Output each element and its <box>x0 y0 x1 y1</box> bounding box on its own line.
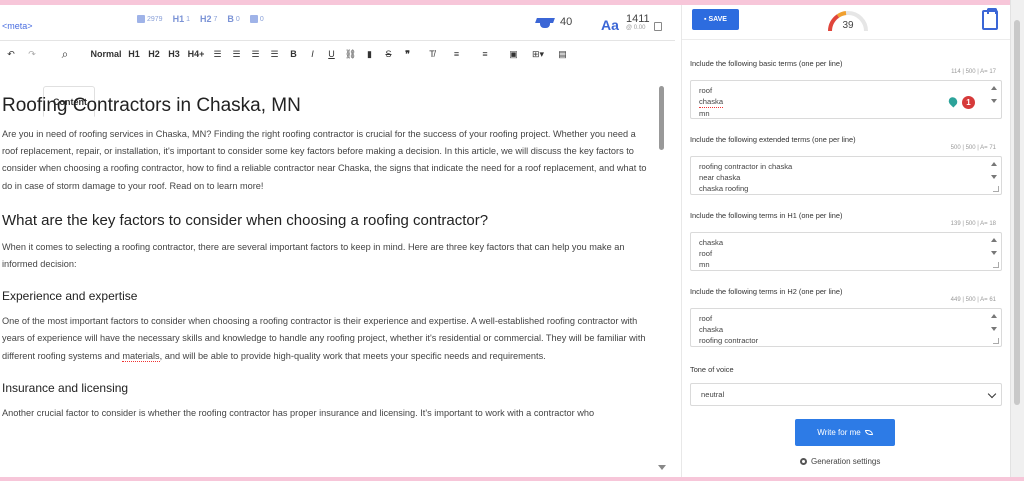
bold-icon[interactable]: B <box>284 43 303 65</box>
h2-button[interactable]: H2 <box>144 43 164 65</box>
paragraph-insurance: Another crucial factor to consider is wh… <box>2 407 595 418</box>
save-button[interactable]: ▪ SAVE <box>692 9 739 30</box>
bookmark-icon[interactable]: ▮ <box>360 43 379 65</box>
bullet-list-icon[interactable]: ≡ <box>466 43 504 65</box>
h1-terms-textarea[interactable]: chaska roof mn <box>690 232 1002 271</box>
content-stats: 2979 H1 1 H2 7 B0 0 <box>137 14 264 24</box>
window-frame-bottom <box>0 477 1024 481</box>
page-scrollbar[interactable] <box>1010 0 1024 481</box>
underline-icon[interactable]: U <box>322 43 341 65</box>
graduation-cap-icon <box>536 15 554 29</box>
paragraph-key-factors: When it comes to selecting a roofing con… <box>2 241 625 270</box>
image-stat: 0 <box>249 14 264 24</box>
paragraph-experience: One of the most important factors to con… <box>2 316 646 362</box>
copy-icon[interactable] <box>654 22 662 31</box>
h3-button[interactable]: H3 <box>164 43 184 65</box>
search-icon[interactable]: ⌕ <box>42 43 88 65</box>
tone-select[interactable]: neutral <box>690 383 1002 406</box>
extended-terms-field: Include the following extended terms (on… <box>690 135 1002 195</box>
gear-icon <box>800 458 807 465</box>
quote-icon[interactable]: ❞ <box>398 43 417 65</box>
h1-stat: H1 1 <box>172 14 190 24</box>
scroll-down-icon[interactable] <box>658 465 666 470</box>
editor-pane: <meta> Content 2979 H1 1 H2 7 B0 0 40 Aa 1… <box>0 5 675 477</box>
h2-terms-field: Include the following terms in H2 (one p… <box>690 287 1002 347</box>
page-scroll-thumb[interactable] <box>1014 20 1020 405</box>
font-size-icon[interactable]: Aa <box>601 17 619 33</box>
italic-icon[interactable]: I <box>303 43 322 65</box>
editor-scrollbar[interactable] <box>657 80 667 470</box>
h1-button[interactable]: H1 <box>124 43 144 65</box>
insert-image-icon[interactable]: ▣ <box>504 43 523 65</box>
format-toolbar: ↶ ↷ ⌕ Normal H1 H2 H3 H4+ ☰ ☰ ☰ ☰ B I U … <box>0 43 660 65</box>
generation-panel: ▪ SAVE 39 Include the following basic te… <box>681 5 1010 477</box>
article-intro: Are you in need of roofing services in C… <box>2 129 647 191</box>
spellcheck-word: materials <box>122 350 160 362</box>
resize-handle[interactable] <box>993 262 999 268</box>
clipboard-list-icon[interactable] <box>982 8 998 30</box>
ordered-list-icon[interactable]: ≡ <box>447 43 466 65</box>
h2-terms-textarea[interactable]: roof chaska roofing contractor <box>690 308 1002 347</box>
table-icon[interactable]: ⊞▾ <box>523 43 553 65</box>
document-icon <box>137 15 145 23</box>
generation-settings-link[interactable]: Generation settings <box>800 457 880 466</box>
undo-icon[interactable]: ↶ <box>0 43 22 65</box>
tab-meta[interactable]: <meta> <box>2 11 33 41</box>
normal-style-button[interactable]: Normal <box>88 43 124 65</box>
h2-stat: H2 7 <box>200 14 218 24</box>
resize-handle[interactable] <box>993 186 999 192</box>
article-body[interactable]: Roofing Contractors in Chaska, MN Are yo… <box>0 80 652 477</box>
tab-bar: <meta> Content <box>0 11 675 117</box>
basic-terms-textarea[interactable]: roof chaska mn 1 <box>690 80 1002 119</box>
article-title: Roofing Contractors in Chaska, MN <box>2 95 301 116</box>
bold-stat: B0 <box>227 14 240 24</box>
h4-button[interactable]: H4+ <box>184 43 208 65</box>
extended-terms-textarea[interactable]: roofing contractor in chaska near chaska… <box>690 156 1002 195</box>
clear-format-icon[interactable]: T̸ <box>417 43 447 65</box>
clipboard-icon[interactable]: ▤ <box>553 43 572 65</box>
h1-terms-field: Include the following terms in H1 (one p… <box>690 211 1002 271</box>
tone-label: Tone of voice <box>690 365 734 374</box>
align-left-icon[interactable]: ☰ <box>208 43 227 65</box>
error-badge: 1 <box>962 96 975 109</box>
score-value: 39 <box>842 20 854 31</box>
strikethrough-icon[interactable]: S <box>379 43 398 65</box>
textarea-scroll[interactable] <box>991 86 997 114</box>
align-right-icon[interactable]: ☰ <box>246 43 265 65</box>
chevron-down-icon <box>987 389 997 399</box>
heading-key-factors: What are the key factors to consider whe… <box>2 211 489 229</box>
word-stat: 2979 <box>137 14 163 24</box>
leaf-icon <box>864 430 873 436</box>
image-icon <box>249 15 258 23</box>
justify-icon[interactable]: ☰ <box>265 43 284 65</box>
align-center-icon[interactable]: ☰ <box>227 43 246 65</box>
heading-experience: Experience and expertise <box>2 289 138 304</box>
resize-handle[interactable] <box>993 338 999 344</box>
link-icon[interactable]: ⛓ <box>341 43 360 65</box>
scroll-thumb[interactable] <box>659 86 664 150</box>
redo-icon[interactable]: ↷ <box>22 43 42 65</box>
location-pin-icon <box>946 95 960 108</box>
word-count: 1411 @ 0.00 <box>626 13 650 31</box>
basic-terms-field: Include the following basic terms (one p… <box>690 59 1002 119</box>
cap-score: 40 <box>536 15 572 29</box>
heading-insurance: Insurance and licensing <box>2 380 129 395</box>
panel-divider <box>682 39 1010 40</box>
write-for-me-button[interactable]: Write for me <box>795 419 895 446</box>
